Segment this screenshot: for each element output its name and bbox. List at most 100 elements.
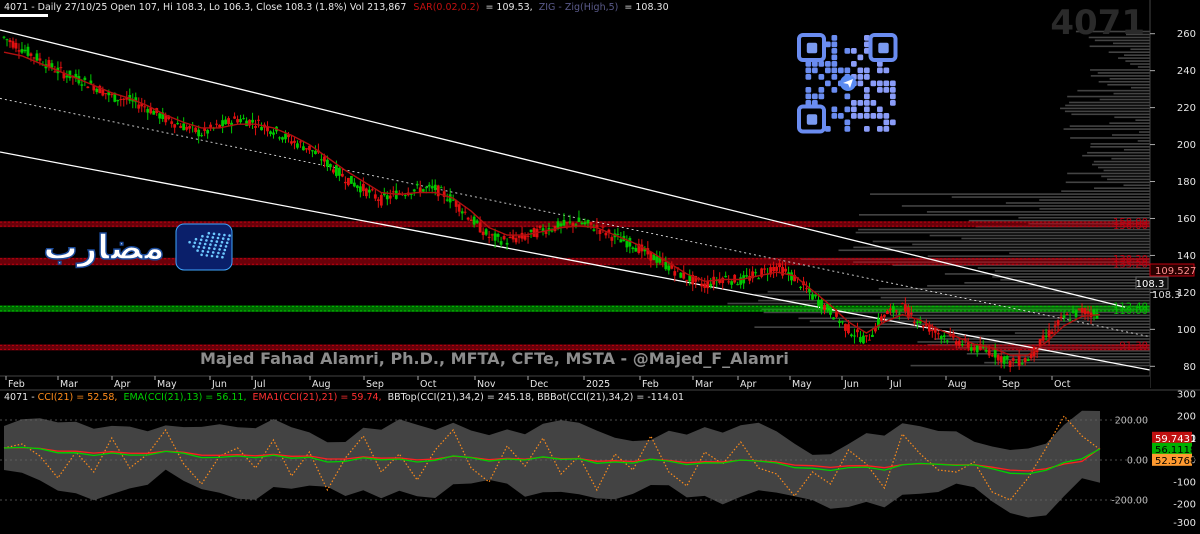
- qr-module: [845, 68, 851, 74]
- volume-profile-bar: [1087, 152, 1150, 154]
- candle-body: [530, 230, 533, 232]
- brand-dot: [214, 244, 217, 247]
- brand-dot: [200, 254, 203, 257]
- qr-module: [884, 120, 890, 126]
- sar-value: = 109.53,: [485, 2, 532, 13]
- candle-body: [33, 58, 36, 59]
- candle-body: [856, 329, 859, 332]
- candle-body: [763, 268, 766, 269]
- qr-module: [890, 81, 896, 87]
- qr-module: [884, 81, 890, 87]
- candle-body: [59, 67, 62, 68]
- candle-body: [503, 236, 506, 239]
- candle-body: [868, 340, 871, 341]
- candle-body: [913, 322, 916, 323]
- candle-body: [137, 105, 140, 109]
- candle-body: [970, 347, 973, 351]
- brand-dot: [207, 251, 210, 254]
- candle-body: [871, 335, 874, 337]
- candle-body: [260, 127, 263, 130]
- level-tag-upper: 91.30: [1119, 340, 1148, 351]
- qr-module: [838, 68, 844, 74]
- candle-body: [940, 336, 943, 339]
- sar-label: SAR(0.02,0.2): [413, 2, 479, 13]
- volume-profile-bar: [768, 291, 1150, 293]
- candle-body: [922, 326, 925, 328]
- qr-module: [806, 87, 812, 93]
- brand-dot: [213, 233, 216, 236]
- volume-profile-bar: [1098, 167, 1150, 169]
- brand-dot: [227, 238, 230, 241]
- volume-profile-bar: [1082, 155, 1150, 157]
- candle-body: [616, 234, 619, 235]
- volume-profile-bar: [995, 270, 1150, 272]
- brand-dot: [209, 243, 212, 246]
- zig-value: = 108.30: [624, 2, 668, 13]
- time-tick-label: Feb: [8, 379, 25, 390]
- brand-dot: [220, 245, 223, 248]
- candle-body: [281, 137, 284, 139]
- candle-body: [254, 126, 257, 128]
- candle-body: [440, 187, 443, 188]
- candle-body: [302, 146, 305, 150]
- volume-profile-bar: [1118, 57, 1150, 59]
- volume-profile-bar: [1067, 96, 1150, 98]
- last-price-tag-text: 108.3: [1136, 279, 1165, 290]
- brand-dot: [217, 252, 220, 255]
- candle-body: [551, 231, 554, 232]
- candle-body: [587, 220, 590, 223]
- candle-body: [781, 267, 784, 276]
- brand-dot: [218, 248, 221, 251]
- qr-module: [838, 113, 844, 119]
- volume-profile-bar: [1090, 146, 1150, 148]
- candle-body: [634, 248, 637, 252]
- volume-profile-bar: [873, 241, 1150, 243]
- qr-module: [806, 68, 812, 74]
- volume-profile-bar: [870, 193, 1150, 195]
- brand-dot: [205, 239, 208, 242]
- volume-profile-bar: [881, 297, 1150, 299]
- brand-dot: [203, 246, 206, 249]
- candle-body: [116, 100, 119, 101]
- qr-module: [851, 113, 857, 119]
- brand-dot: [192, 245, 195, 248]
- candle-body: [416, 184, 419, 185]
- candle-body: [733, 275, 736, 283]
- brand-dot: [188, 241, 191, 244]
- volume-profile-bar: [1124, 54, 1150, 56]
- qr-module: [864, 68, 870, 74]
- level-tag-lower: 135.20: [1113, 259, 1148, 270]
- volume-profile-bar: [912, 244, 1150, 246]
- volume-profile-bar: [1124, 184, 1150, 186]
- candle-body: [578, 218, 581, 222]
- volume-profile-bar: [1101, 176, 1150, 178]
- volume-profile-bar: [1107, 179, 1150, 181]
- volume-profile-bar: [1114, 93, 1150, 95]
- symbol-watermark: 4071: [1050, 3, 1145, 43]
- volume-profile-bar: [1000, 279, 1150, 281]
- volume-profile-bar: [1110, 78, 1150, 80]
- candle-body: [569, 222, 572, 223]
- brand-dot: [224, 249, 227, 252]
- close-price-label: 108.3: [1152, 290, 1181, 301]
- candle-body: [1006, 356, 1009, 359]
- brand-dot: [206, 236, 209, 239]
- candle-body: [410, 194, 413, 195]
- level-tag-lower: 156.00: [1113, 221, 1148, 232]
- candle-body: [1072, 311, 1075, 312]
- chart-canvas: 4071 - Daily 27/10/25 Open 107, Hi 108.3…: [0, 0, 1200, 529]
- volume-profile-bar: [1070, 137, 1150, 139]
- qr-module: [858, 68, 864, 74]
- candle-body: [709, 284, 712, 287]
- qr-module: [845, 107, 851, 113]
- qr-module: [819, 74, 825, 80]
- candle-body: [332, 169, 335, 172]
- qr-module: [877, 68, 883, 74]
- brand-dot: [199, 242, 202, 245]
- candle-body: [236, 119, 239, 122]
- candle-body: [1078, 309, 1081, 310]
- candle-body: [18, 50, 21, 51]
- volume-profile-bar: [1069, 102, 1150, 104]
- volume-profile-bar: [1039, 199, 1150, 201]
- qr-module: [864, 100, 870, 106]
